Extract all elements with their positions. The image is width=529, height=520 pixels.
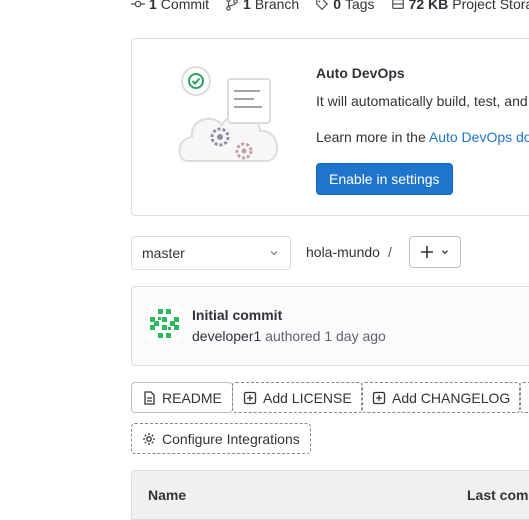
commit-meta: developer1 authored 1 day ago (192, 328, 386, 344)
configure-integrations-label: Configure Integrations (162, 430, 300, 447)
autodevops-description: It will automatically build, test, and d… (316, 93, 529, 109)
file-icon (144, 390, 155, 405)
last-commit-card: Initial commit developer1 authored 1 day… (131, 286, 529, 366)
stat-count: 1 (149, 0, 157, 12)
readme-button[interactable]: README (131, 382, 233, 413)
autodevops-card: Auto DevOps It will automatically build,… (131, 38, 529, 216)
plus-icon (421, 246, 433, 258)
stat-count: 0 (333, 0, 341, 12)
tag-icon (316, 0, 329, 11)
gear-icon (143, 432, 155, 445)
stat-label: Branch (254, 0, 300, 12)
autodevops-illustration-icon (178, 66, 279, 162)
enable-in-settings-button[interactable]: Enable in settings (316, 163, 453, 195)
chevron-down-icon (442, 250, 448, 255)
stat-label: Tags (344, 0, 375, 12)
configure-integrations-button[interactable]: Configure Integrations (131, 423, 311, 454)
add-contributing-button[interactable] (519, 382, 529, 413)
add-license-button[interactable]: Add LICENSE (232, 382, 363, 413)
column-name-header: Name (148, 487, 187, 503)
breadcrumb: hola-mundo / (306, 244, 392, 260)
readme-label: README (162, 389, 222, 406)
autodevops-learn-more: Learn more in the Auto DevOps documentat… (316, 129, 529, 145)
avatar[interactable] (148, 307, 181, 340)
add-changelog-label: Add CHANGELOG (392, 389, 511, 406)
project-stats: 1 Commit 1 Branch 0 Tags 72 KB Project S… (131, 0, 529, 12)
stat-tags[interactable]: 0 Tags (315, 0, 375, 12)
chevron-down-icon (270, 251, 278, 256)
stat-branches[interactable]: 1 Branch (225, 0, 299, 12)
branch-selected-label: master (142, 245, 185, 261)
add-file-dropdown-button[interactable] (409, 236, 461, 268)
autodevops-title: Auto DevOps (316, 65, 405, 81)
commit-icon (131, 0, 145, 8)
add-license-label: Add LICENSE (263, 389, 352, 406)
commit-time: authored 1 day ago (265, 328, 386, 344)
stat-count: 1 (243, 0, 251, 12)
storage-icon (391, 0, 404, 9)
stat-count: 72 KB (408, 0, 449, 12)
branch-icon (226, 0, 238, 11)
plus-square-icon (243, 391, 257, 404)
plus-square-icon (372, 391, 386, 404)
stat-label: Commit (160, 0, 210, 12)
file-table-header: Name Last commit (131, 470, 529, 520)
breadcrumb-separator: / (387, 244, 392, 260)
commit-author[interactable]: developer1 (192, 328, 261, 344)
autodevops-docs-link[interactable]: Auto DevOps documentation (429, 129, 529, 145)
stat-storage[interactable]: 72 KB Project Storage (391, 0, 529, 12)
commit-title[interactable]: Initial commit (192, 307, 282, 323)
add-changelog-button[interactable]: Add CHANGELOG (361, 382, 522, 413)
stat-label: Project Storage (452, 0, 529, 12)
breadcrumb-project-link[interactable]: hola-mundo (306, 244, 380, 260)
column-last-commit-header: Last commit (467, 487, 529, 503)
branch-dropdown[interactable]: master (131, 236, 291, 270)
learn-more-prefix: Learn more in the (316, 129, 429, 145)
stat-commits[interactable]: 1 Commit (131, 0, 209, 12)
